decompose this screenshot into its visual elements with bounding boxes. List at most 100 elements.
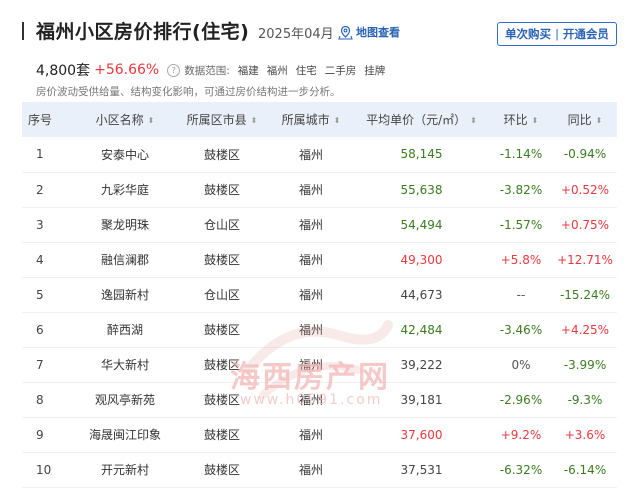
column-header-yoy[interactable]: 同比 ⬍ xyxy=(553,102,617,137)
yoy-change-cell: +12.71% xyxy=(557,252,613,267)
district-cell: 鼓楼区 xyxy=(203,463,240,477)
table-row[interactable]: 7 华大新村 鼓楼区 福州 39,222 0% -3.99% xyxy=(22,347,617,382)
yoy-change-cell: +0.52% xyxy=(560,182,610,197)
scope-tag-source: 挂牌 xyxy=(364,64,386,77)
single-purchase-button[interactable]: 单次购买 xyxy=(505,26,551,42)
city-cell: 福州 xyxy=(298,288,323,302)
mom-change-cell: -1.14% xyxy=(499,147,543,162)
column-header-district[interactable]: 所属区市县 ⬍ xyxy=(176,102,268,137)
table-row[interactable]: 6 醉西湖 鼓楼区 福州 42,484 -3.46% +4.25% xyxy=(22,312,617,347)
stats-row: 4,800套 +56.66% ? 数据范围: 福建 福州 住宅 二手房 挂牌 xyxy=(36,60,385,80)
title-marker xyxy=(22,22,24,40)
community-name-cell[interactable]: 开元新村 xyxy=(74,452,176,487)
page-header: 福州小区房价排行(住宅) 2025年04月 地图查看 单次购买 | 开通会员 xyxy=(0,0,640,58)
district-cell: 鼓楼区 xyxy=(203,358,240,372)
map-view-label: 地图查看 xyxy=(356,26,400,39)
avg-price-cell: 39,222 xyxy=(400,357,443,372)
district-cell: 鼓楼区 xyxy=(203,393,240,407)
table-header-row: 序号 小区名称 ⬍ 所属区市县 ⬍ 所属城市 ⬍ 平均单价（元/㎡） ⬍ 环比 ⬍ 同比 ⬍ xyxy=(22,102,617,137)
district-cell: 仓山区 xyxy=(203,288,240,302)
map-view-link[interactable]: 地图查看 xyxy=(338,24,400,40)
table-row[interactable]: 5 逸园新村 仓山区 福州 44,673 -- -15.24% xyxy=(22,277,617,312)
mom-change-cell: -1.57% xyxy=(499,217,543,232)
rank-cell: 7 xyxy=(36,357,44,372)
column-header-city[interactable]: 所属城市 ⬍ xyxy=(268,102,354,137)
sort-icon[interactable]: ⬍ xyxy=(334,116,341,125)
mom-change-cell: -3.82% xyxy=(499,182,543,197)
scope-tag-city: 福州 xyxy=(266,64,288,77)
sort-icon[interactable]: ⬍ xyxy=(532,116,539,125)
district-cell: 仓山区 xyxy=(203,218,240,232)
community-name-cell[interactable]: 海晟闽江印象 xyxy=(74,417,176,452)
listing-count: 4,800套 xyxy=(36,63,91,79)
city-cell: 福州 xyxy=(298,183,323,197)
district-cell: 鼓楼区 xyxy=(203,323,240,337)
city-cell: 福州 xyxy=(298,428,323,442)
yoy-change-cell: +3.6% xyxy=(564,427,606,442)
city-cell: 福州 xyxy=(298,463,323,477)
mom-change-cell: 0% xyxy=(511,357,531,372)
city-cell: 福州 xyxy=(298,147,323,162)
city-cell: 福州 xyxy=(298,358,323,372)
column-header-rank: 序号 xyxy=(28,113,53,127)
rank-cell: 3 xyxy=(36,217,44,232)
page-title: 福州小区房价排行(住宅) xyxy=(36,21,250,43)
community-name-cell[interactable]: 逸园新村 xyxy=(74,277,176,312)
rank-cell: 1 xyxy=(36,147,44,162)
date-label: 2025年04月 xyxy=(258,27,334,42)
sort-icon[interactable]: ⬍ xyxy=(251,116,258,125)
mom-change-cell: +5.8% xyxy=(500,252,542,267)
mom-change-cell: -2.96% xyxy=(499,392,543,407)
table-row[interactable]: 1 安泰中心 鼓楼区 福州 58,145 -1.14% -0.94% xyxy=(22,137,617,172)
yoy-change-cell: -15.24% xyxy=(559,287,611,302)
help-icon[interactable]: ? xyxy=(167,63,181,77)
scope-tag-type: 住宅 xyxy=(295,64,317,77)
yoy-change-cell: -3.99% xyxy=(563,357,607,372)
mom-change-cell: -6.32% xyxy=(499,462,543,477)
community-name-cell[interactable]: 融信澜郡 xyxy=(74,242,176,277)
avg-price-cell: 39,181 xyxy=(400,392,443,407)
city-cell: 福州 xyxy=(298,393,323,407)
community-name-cell[interactable]: 聚龙明珠 xyxy=(74,207,176,242)
table-row[interactable]: 4 融信澜郡 鼓楼区 福州 49,300 +5.8% +12.71% xyxy=(22,242,617,277)
rank-cell: 10 xyxy=(36,462,52,477)
table-row[interactable]: 8 观风亭新苑 鼓楼区 福州 39,181 -2.96% -9.3% xyxy=(22,382,617,417)
avg-price-cell: 44,673 xyxy=(400,287,443,302)
sort-icon[interactable]: ⬍ xyxy=(470,116,477,125)
scope-tag-province: 福建 xyxy=(237,64,259,77)
community-name-cell[interactable]: 九彩华庭 xyxy=(74,172,176,207)
yoy-change-cell: +0.75% xyxy=(560,217,610,232)
column-header-price[interactable]: 平均单价（元/㎡） ⬍ xyxy=(354,102,489,137)
city-cell: 福州 xyxy=(298,218,323,232)
yoy-change-cell: -0.94% xyxy=(563,147,607,162)
rank-cell: 9 xyxy=(36,427,44,442)
avg-price-cell: 54,494 xyxy=(400,217,443,232)
avg-price-cell: 49,300 xyxy=(400,252,443,267)
community-name-cell[interactable]: 观风亭新苑 xyxy=(74,382,176,417)
map-pin-icon xyxy=(338,25,353,40)
city-cell: 福州 xyxy=(298,253,323,267)
table-row[interactable]: 9 海晟闽江印象 鼓楼区 福州 37,600 +9.2% +3.6% xyxy=(22,417,617,452)
rank-cell: 5 xyxy=(36,287,44,302)
table-row[interactable]: 10 开元新村 鼓楼区 福州 37,531 -6.32% -6.14% xyxy=(22,452,617,487)
rank-cell: 8 xyxy=(36,392,44,407)
table-row[interactable]: 3 聚龙明珠 仓山区 福州 54,494 -1.57% +0.75% xyxy=(22,207,617,242)
rank-cell: 6 xyxy=(36,322,44,337)
mom-change-cell: +9.2% xyxy=(500,427,542,442)
avg-price-cell: 58,145 xyxy=(400,147,443,162)
avg-price-cell: 37,600 xyxy=(400,427,443,442)
table-row[interactable]: 2 九彩华庭 鼓楼区 福州 55,638 -3.82% +0.52% xyxy=(22,172,617,207)
yoy-change-cell: -9.3% xyxy=(567,392,603,407)
sort-icon[interactable]: ⬍ xyxy=(596,116,603,125)
city-cell: 福州 xyxy=(298,323,323,337)
community-name-cell[interactable]: 华大新村 xyxy=(74,347,176,382)
membership-button[interactable]: 开通会员 xyxy=(563,26,609,42)
yoy-change-cell: -6.14% xyxy=(563,462,607,477)
column-header-name[interactable]: 小区名称 ⬍ xyxy=(74,102,176,137)
column-header-mom[interactable]: 环比 ⬍ xyxy=(489,102,553,137)
community-name-cell[interactable]: 醉西湖 xyxy=(74,312,176,347)
sort-icon[interactable]: ⬍ xyxy=(148,116,155,125)
community-name-cell[interactable]: 安泰中心 xyxy=(74,137,176,172)
avg-price-cell: 37,531 xyxy=(400,462,443,477)
avg-price-cell: 42,484 xyxy=(400,322,443,337)
